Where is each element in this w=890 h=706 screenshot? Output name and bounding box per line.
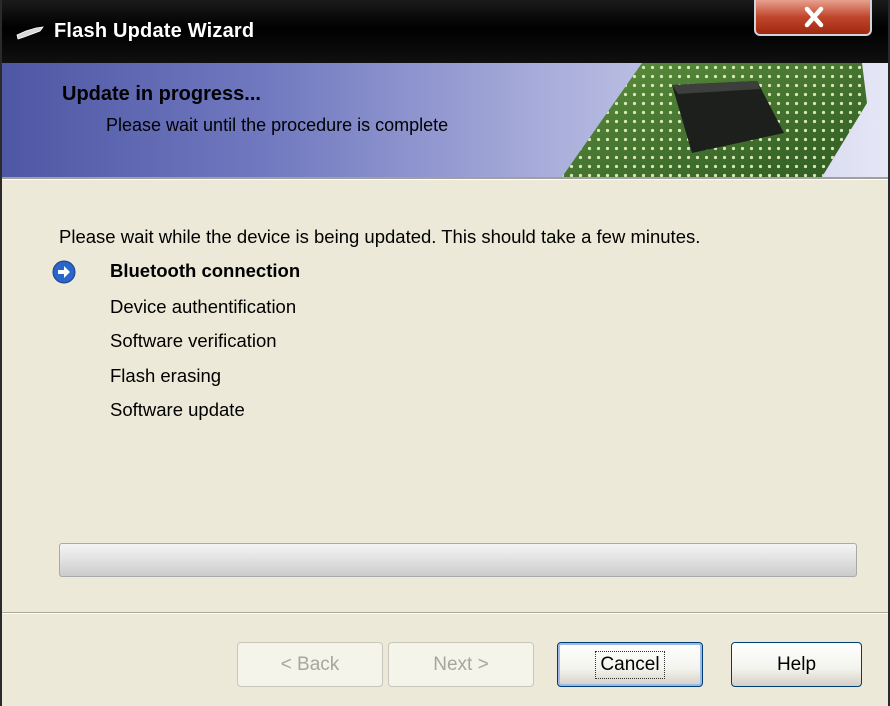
title-bar[interactable]: Flash Update Wizard bbox=[2, 0, 888, 63]
footer-divider bbox=[2, 612, 888, 614]
intro-text: Please wait while the device is being up… bbox=[59, 226, 701, 247]
header-title: Update in progress... bbox=[62, 83, 261, 105]
step-flash-erasing: Flash erasing bbox=[110, 365, 222, 386]
help-button[interactable]: Help bbox=[731, 642, 862, 687]
step-device-authentification: Device authentification bbox=[110, 296, 297, 317]
close-button[interactable] bbox=[754, 0, 872, 36]
next-button-label: Next > bbox=[433, 653, 489, 675]
close-icon bbox=[804, 6, 824, 28]
wrench-icon bbox=[16, 26, 44, 40]
next-button[interactable]: Next > bbox=[388, 642, 534, 687]
back-button[interactable]: < Back bbox=[237, 642, 383, 687]
cancel-button-label: Cancel bbox=[595, 650, 665, 679]
step-bluetooth-connection: Bluetooth connection bbox=[110, 260, 301, 281]
cancel-button[interactable]: Cancel bbox=[557, 642, 703, 687]
flash-update-wizard-window: Flash Update Wizard Update in progress..… bbox=[0, 0, 890, 706]
arrow-right-circle-icon bbox=[52, 260, 76, 284]
header-divider bbox=[2, 177, 888, 180]
progress-bar bbox=[59, 543, 857, 577]
wizard-header: Update in progress... Please wait until … bbox=[2, 63, 888, 177]
back-button-label: < Back bbox=[280, 653, 340, 675]
step-software-update: Software update bbox=[110, 399, 245, 420]
help-button-label: Help bbox=[776, 653, 817, 675]
circuit-chip-image bbox=[562, 63, 867, 177]
window-title: Flash Update Wizard bbox=[54, 20, 255, 42]
header-subtitle: Please wait until the procedure is compl… bbox=[106, 115, 449, 135]
step-software-verification: Software verification bbox=[110, 330, 277, 351]
